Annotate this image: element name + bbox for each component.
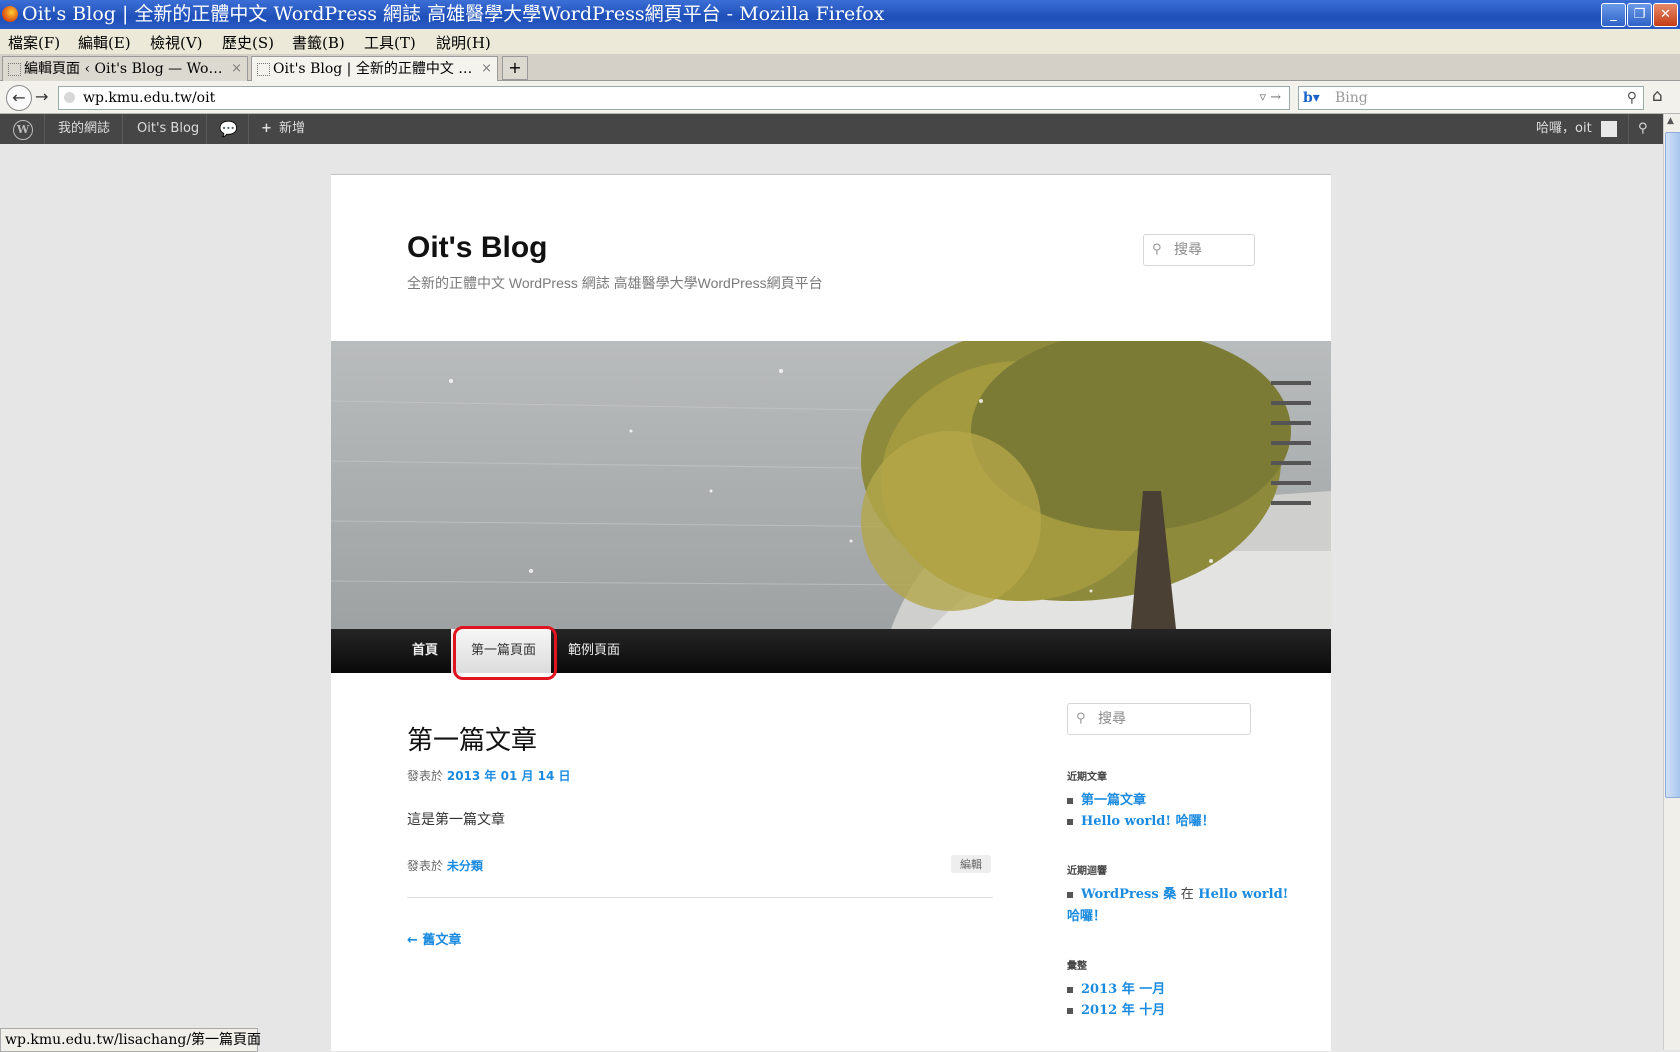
restore-button[interactable]: ❐ [1627, 3, 1652, 27]
search-placeholder: 搜尋 [1098, 711, 1126, 727]
search-placeholder: 搜尋 [1174, 242, 1202, 258]
search-icon: ⚲ [1152, 242, 1162, 257]
blog-title[interactable]: Oit's Blog [407, 231, 547, 265]
menu-file[interactable]: 檔案(F) [8, 32, 60, 53]
go-arrow-icon[interactable]: ▿ → [1259, 87, 1281, 109]
divider [407, 897, 993, 898]
search-bar[interactable]: b▾ Bing ⚲ [1298, 86, 1644, 110]
recent-comment-item-cont[interactable]: 哈囉！ [1067, 905, 1106, 924]
category-label: 發表於 [407, 859, 444, 873]
main-menu: 首頁 第一篇頁面 範例頁面 [331, 626, 1331, 680]
recent-comments-title: 近期迴響 [1067, 866, 1107, 877]
post-title[interactable]: 第一篇文章 [407, 720, 537, 757]
post-footer-meta: 發表於 未分類 [407, 857, 483, 874]
admin-search-icon[interactable]: ⚲ [1638, 114, 1648, 144]
forward-button[interactable]: → [35, 87, 48, 106]
post-meta: 發表於 2013 年 01 月 14 日 [407, 767, 571, 784]
archive-item[interactable]: 2012 年 十月 [1067, 999, 1165, 1018]
older-posts-link[interactable]: ← 舊文章 [407, 929, 461, 948]
post-date-link[interactable]: 2013 年 01 月 14 日 [447, 769, 571, 783]
vertical-scrollbar[interactable]: ▲ [1663, 114, 1680, 1050]
menu-item-home[interactable]: 首頁 [412, 629, 438, 673]
close-button[interactable]: ✕ [1653, 3, 1678, 27]
header-image [331, 341, 1331, 629]
tab-blog[interactable]: Oit's Blog | 全新的正體中文 … × [251, 56, 498, 81]
new-content-link[interactable]: 新增 [279, 114, 305, 144]
wordpress-logo-icon[interactable]: W [13, 120, 33, 140]
sidebar-search-input[interactable]: ⚲ 搜尋 [1067, 703, 1251, 735]
search-icon[interactable]: ⚲ [1627, 87, 1637, 109]
post-content: 這是第一篇文章 [407, 812, 505, 828]
blog-description: 全新的正體中文 WordPress 網誌 高雄醫學大學WordPress網頁平台 [407, 275, 823, 291]
header-search-input[interactable]: ⚲ 搜尋 [1143, 234, 1255, 266]
highlight-annotation [453, 626, 557, 680]
page-icon [257, 63, 270, 76]
bing-icon[interactable]: b▾ [1303, 87, 1320, 109]
scroll-up-icon[interactable]: ▲ [1667, 116, 1674, 126]
search-placeholder: Bing [1335, 90, 1368, 106]
window-title: Oit's Blog | 全新的正體中文 WordPress 網誌 高雄醫學大學… [22, 3, 885, 25]
archive-item[interactable]: 2013 年 一月 [1067, 978, 1165, 997]
menu-help[interactable]: 說明(H) [436, 32, 491, 53]
navigation-bar: ← → wp.kmu.edu.tw/oit ▿ → b▾ Bing ⚲ ⌂ [0, 81, 1680, 114]
scrollbar-thumb[interactable] [1665, 132, 1680, 798]
blog-page: Oit's Blog 全新的正體中文 WordPress 網誌 高雄醫學大學Wo… [331, 174, 1331, 1051]
recent-comment-item[interactable]: WordPress 桑 在 Hello world! [1067, 883, 1288, 902]
blog-link[interactable]: Oit's Blog [137, 114, 199, 144]
menu-edit[interactable]: 編輯(E) [78, 32, 131, 53]
avatar[interactable] [1601, 121, 1617, 137]
menu-bar: 檔案(F) 編輯(E) 檢視(V) 歷史(S) 書籤(B) 工具(T) 說明(H… [0, 29, 1680, 54]
window-title-bar: Oit's Blog | 全新的正體中文 WordPress 網誌 高雄醫學大學… [0, 0, 1680, 29]
plus-icon: + [261, 121, 272, 136]
archives-title: 彙整 [1067, 961, 1087, 972]
menu-bookmarks[interactable]: 書籤(B) [292, 32, 345, 53]
menu-history[interactable]: 歷史(S) [222, 32, 274, 53]
url-bar[interactable]: wp.kmu.edu.tw/oit ▿ → [58, 86, 1290, 110]
firefox-icon [2, 6, 18, 22]
url-text: wp.kmu.edu.tw/oit [83, 90, 216, 106]
tab-close-icon[interactable]: × [481, 57, 492, 81]
recent-post-item[interactable]: 第一篇文章 [1067, 789, 1146, 808]
tab-label: 編輯頁面 ‹ Oit's Blog — Wo… [24, 61, 223, 77]
tab-edit-page[interactable]: 編輯頁面 ‹ Oit's Blog — Wo… × [2, 56, 248, 81]
edit-link[interactable]: 編輯 [951, 855, 991, 873]
tab-label: Oit's Blog | 全新的正體中文 … [273, 61, 473, 77]
wp-admin-bar: W 我的網誌 Oit's Blog 💬 + 新增 哈囉，oit ⚲ [0, 114, 1663, 144]
home-icon[interactable]: ⌂ [1652, 86, 1663, 106]
page-icon [8, 63, 21, 76]
site-identity-icon[interactable] [64, 92, 75, 103]
tab-close-icon[interactable]: × [231, 57, 242, 81]
minimize-button[interactable]: _ [1601, 3, 1626, 27]
comments-icon[interactable]: 💬 [219, 114, 238, 144]
tab-bar: 編輯頁面 ‹ Oit's Blog — Wo… × Oit's Blog | 全… [0, 54, 1680, 81]
recent-posts-title: 近期文章 [1067, 772, 1107, 783]
category-link[interactable]: 未分類 [447, 859, 483, 873]
menu-tools[interactable]: 工具(T) [364, 32, 416, 53]
new-tab-button[interactable]: + [502, 56, 528, 80]
menu-view[interactable]: 檢視(V) [150, 32, 203, 53]
search-icon: ⚲ [1076, 711, 1086, 726]
recent-post-item[interactable]: Hello world! 哈囉！ [1067, 810, 1215, 829]
greeting[interactable]: 哈囉，oit [1536, 114, 1592, 144]
menu-item-sample-page[interactable]: 範例頁面 [568, 629, 620, 673]
status-bar: wp.kmu.edu.tw/lisachang/第一篇頁面 [0, 1028, 261, 1052]
back-button[interactable]: ← [6, 85, 32, 111]
posted-on-label: 發表於 [407, 769, 444, 783]
my-sites-link[interactable]: 我的網誌 [58, 114, 110, 144]
